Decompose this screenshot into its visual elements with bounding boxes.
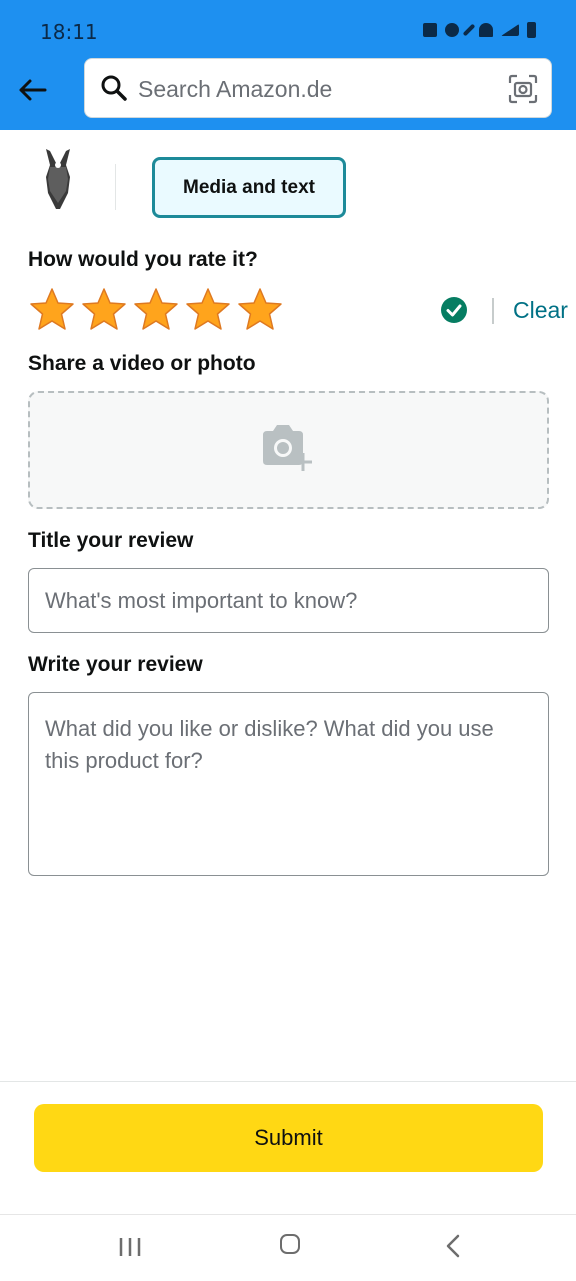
star-icon[interactable] — [80, 286, 128, 334]
rating-separator — [492, 298, 494, 324]
star-icon[interactable] — [236, 286, 284, 334]
product-thumbnail — [46, 149, 70, 209]
star-rating[interactable] — [28, 286, 284, 334]
nav-back-icon[interactable] — [444, 1234, 462, 1258]
review-label: Write your review — [28, 653, 203, 676]
search-icon — [101, 75, 127, 101]
submit-button[interactable]: Submit — [34, 1104, 543, 1172]
alarm-icon — [445, 23, 459, 37]
tab-media-and-text[interactable]: Media and text — [152, 157, 346, 218]
product-divider — [115, 164, 116, 210]
star-icon[interactable] — [28, 286, 76, 334]
back-button[interactable] — [12, 72, 52, 108]
media-question: Share a video or photo — [28, 352, 256, 375]
clear-rating-link[interactable]: Clear — [513, 297, 568, 324]
screen-lock-icon — [423, 23, 437, 37]
star-icon[interactable] — [184, 286, 232, 334]
back-arrow-icon — [19, 79, 47, 101]
camera-add-icon — [263, 425, 312, 471]
camera-scan-icon[interactable] — [508, 74, 538, 104]
review-title-input[interactable]: What's most important to know? — [28, 568, 549, 633]
nav-home-icon[interactable] — [280, 1234, 300, 1254]
status-time: 18:11 — [40, 20, 98, 44]
signal-icon — [501, 24, 519, 36]
search-input[interactable]: Search Amazon.de — [138, 76, 332, 103]
mute-icon — [462, 23, 476, 37]
nav-recent-icon[interactable] — [118, 1236, 142, 1258]
rating-question: How would you rate it? — [28, 248, 258, 271]
battery-icon — [527, 22, 536, 38]
footer-divider — [0, 1081, 576, 1082]
status-icons — [423, 22, 536, 38]
check-icon — [441, 297, 467, 323]
title-label: Title your review — [28, 529, 194, 552]
star-icon[interactable] — [132, 286, 180, 334]
review-text-input[interactable]: What did you like or dislike? What did y… — [28, 692, 549, 876]
wifi-icon — [479, 23, 493, 37]
